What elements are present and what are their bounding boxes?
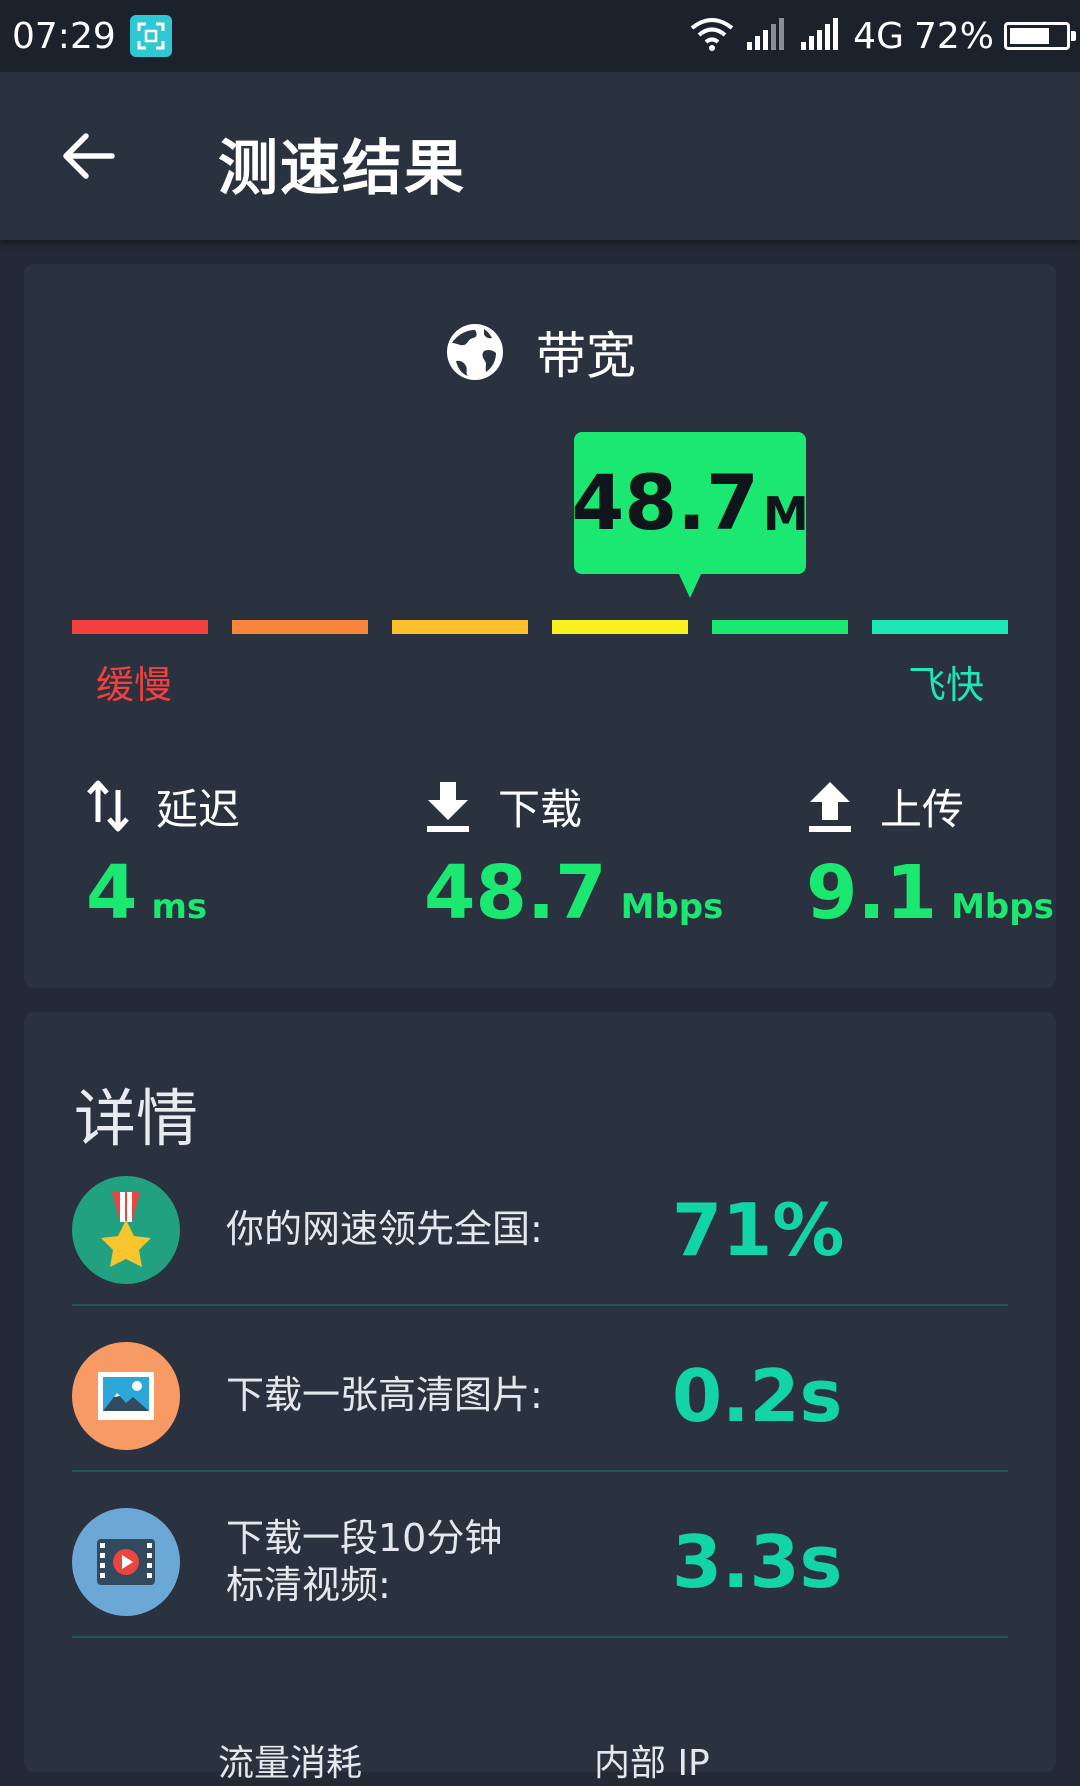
detail-value-video: 3.3s — [672, 1520, 843, 1604]
traffic-usage-label: 流量消耗 — [218, 1743, 363, 1784]
status-time: 07:29 — [12, 15, 116, 57]
detail-label-image: 下载一张高清图片: — [226, 1373, 543, 1418]
detail-value-image: 0.2s — [672, 1354, 843, 1438]
upload-metric: 上传 9.1 Mbps — [806, 776, 1054, 930]
wifi-icon — [689, 16, 735, 56]
page-title: 测速结果 — [218, 134, 466, 204]
upload-unit: Mbps — [951, 887, 1054, 927]
scale-segment — [712, 620, 848, 634]
download-unit: Mbps — [620, 887, 724, 927]
signal-icon-sim2 — [799, 16, 843, 56]
latency-metric: 延迟 4 ms — [86, 776, 240, 930]
scale-segment — [552, 620, 688, 634]
battery-icon — [1004, 22, 1076, 50]
video-icon — [72, 1508, 180, 1616]
details-card: 详情 你的网速领先全国: 71% 下载一张高清图片: 0.2s 下载一段10分钟… — [24, 1012, 1056, 1784]
medal-icon — [72, 1176, 180, 1284]
upload-icon — [809, 782, 851, 832]
detail-row-video: 下载一段10分钟 标清视频: 3.3s — [72, 1486, 1008, 1652]
bandwidth-header: 带宽 — [24, 316, 1056, 388]
screenshot-icon — [129, 15, 172, 57]
bandwidth-value-bubble: 48.7 M — [571, 432, 809, 598]
arrows-up-down-icon — [87, 780, 129, 832]
download-label: 下载 — [498, 784, 583, 834]
bandwidth-card: 带宽 48.7 M 缓慢 飞快 延迟 4 ms 下载 48.7 Mbps 上传 … — [24, 264, 1056, 988]
latency-unit: ms — [151, 887, 208, 927]
download-icon — [427, 782, 469, 832]
download-value: 48.7 — [424, 850, 607, 936]
status-bar: 07:29 4G 72% — [0, 0, 1080, 72]
download-metric: 下载 48.7 Mbps — [424, 776, 723, 930]
latency-label: 延迟 — [156, 784, 241, 834]
battery-percent: 72% — [913, 15, 994, 57]
detail-label-ranking: 你的网速领先全国: — [226, 1207, 543, 1252]
globe-icon — [447, 324, 503, 380]
row-divider — [72, 1636, 1008, 1638]
latency-value: 4 — [86, 850, 138, 936]
scale-segment — [872, 620, 1008, 634]
bandwidth-unit: M — [762, 487, 809, 541]
picture-icon — [72, 1342, 180, 1450]
row-divider — [72, 1304, 1008, 1306]
detail-value-ranking: 71% — [672, 1188, 845, 1272]
scale-segment — [392, 620, 528, 634]
signal-icon-sim1 — [745, 16, 789, 56]
back-button[interactable] — [48, 116, 128, 196]
arrow-left-icon — [63, 133, 115, 179]
row-divider — [72, 1470, 1008, 1472]
bandwidth-value: 48.7 — [571, 458, 759, 547]
bandwidth-title: 带宽 — [536, 327, 636, 385]
detail-row-ranking: 你的网速领先全国: 71% — [72, 1154, 1008, 1320]
detail-row-image: 下载一张高清图片: 0.2s — [72, 1320, 1008, 1486]
detail-label-video: 下载一段10分钟 标清视频: — [226, 1515, 503, 1608]
battery-fill — [1010, 28, 1049, 44]
internal-ip-label: 内部 IP — [594, 1743, 710, 1784]
upload-label: 上传 — [880, 784, 965, 834]
network-type: 4G — [853, 15, 904, 57]
details-title: 详情 — [74, 1082, 199, 1155]
upload-value: 9.1 — [806, 850, 938, 936]
scale-fast-label: 飞快 — [908, 663, 985, 707]
scale-slow-label: 缓慢 — [96, 663, 173, 707]
scale-segment — [72, 620, 208, 634]
app-bar: 测速结果 — [0, 72, 1080, 240]
scale-segment — [232, 620, 368, 634]
